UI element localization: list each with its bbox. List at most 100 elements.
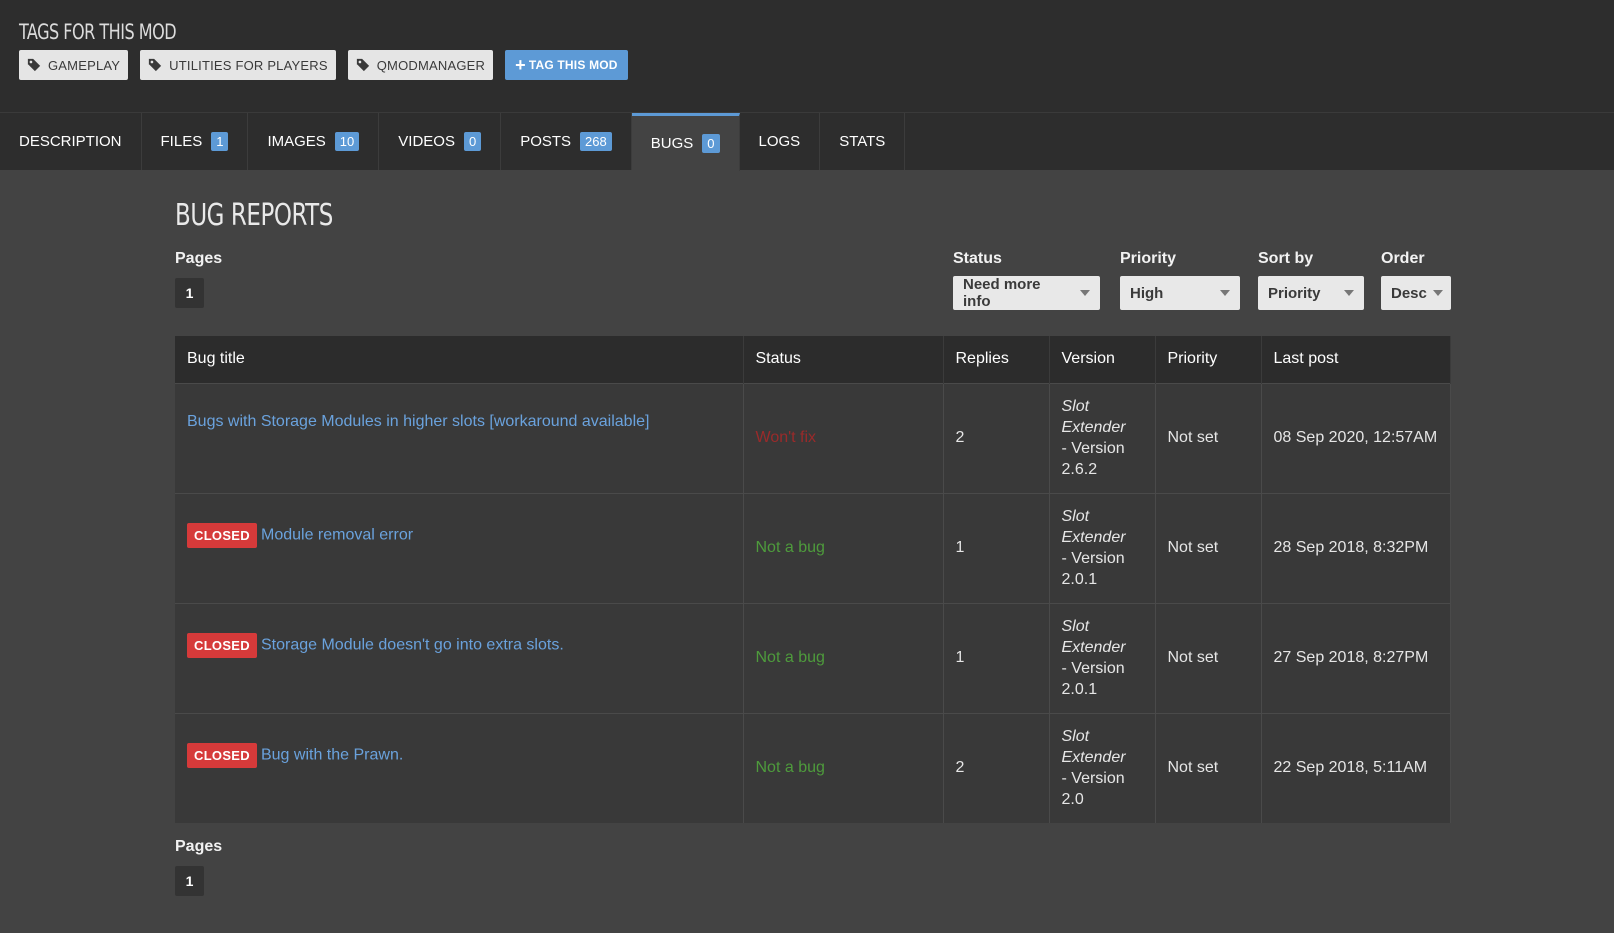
tab-count-badge: 10 [334,132,360,151]
tab-bugs[interactable]: BUGS 0 [631,113,740,171]
version-name: Slot Extender [1061,508,1126,546]
tags-section: TAGS FOR THIS MOD GAMEPLAY UTILITIES FOR… [0,0,1614,112]
version-name: Slot Extender [1061,728,1126,767]
tab-stats[interactable]: STATS [820,113,906,170]
tab-count-badge: 268 [580,132,612,151]
pages-label: Pages [175,250,223,267]
sort-by-filter: Sort by Priority [1258,250,1364,310]
sort-by-label: Sort by [1258,250,1314,267]
closed-badge: CLOSED [187,632,257,658]
priority-select-value: High [1130,284,1164,302]
bug-version: Slot Extender - Version 2.6.2 [1049,383,1156,493]
tab-label: STATS [839,133,886,150]
column-header-replies[interactable]: Replies [943,336,1050,383]
page-number-button[interactable]: 1 [175,866,204,896]
page-number-button[interactable]: 1 [175,278,204,308]
priority-select[interactable]: High [1120,276,1240,310]
tag-gameplay[interactable]: GAMEPLAY [19,50,129,80]
version-number: - Version 2.0 [1061,770,1125,809]
column-header-bug-title[interactable]: Bug title [175,336,744,383]
bug-replies: 1 [943,493,1050,603]
priority-filter-label: Priority [1120,250,1177,267]
order-select-value: Desc [1391,284,1427,302]
bug-status: Not a bug [743,603,944,713]
version-number: - Version 2.0.1 [1061,550,1125,588]
chevron-down-icon [1080,290,1090,296]
bug-title-link[interactable]: Module removal error [261,526,413,543]
bug-title-cell: CLOSED Bug with the Prawn. [175,713,744,823]
tab-label: BUGS [650,135,694,152]
version-number: - Version 2.6.2 [1061,440,1125,478]
tag-list: GAMEPLAY UTILITIES FOR PLAYERS QMODMANAG… [19,50,628,80]
bug-status: Not a bug [743,713,944,823]
tag-utilities-for-players[interactable]: UTILITIES FOR PLAYERS [140,50,336,80]
tab-label: DESCRIPTION [19,133,122,150]
order-select[interactable]: Desc [1381,276,1451,310]
status-select-value: Need more info [963,276,1041,310]
priority-filter: Priority High [1120,250,1240,310]
chevron-down-icon [1344,290,1354,296]
bug-title-link[interactable]: Bug with the Prawn. [261,746,403,763]
bug-status: Won't fix [743,383,944,493]
tab-videos[interactable]: VIDEOS 0 [379,113,502,170]
bug-priority: Not set [1155,603,1262,713]
status-select[interactable]: Need more info [953,276,1100,310]
bug-priority: Not set [1155,713,1262,823]
bug-title-cell: Bugs with Storage Modules in higher slot… [175,383,744,493]
bug-replies: 1 [943,603,1050,713]
bug-title-link[interactable]: Storage Module doesn't go into extra slo… [261,636,564,653]
tag-icon [149,58,162,72]
bug-last-post: 27 Sep 2018, 8:27PM [1261,603,1451,713]
table-header-row: Bug title Status Replies Version Priorit… [175,336,1451,383]
bug-version: Slot Extender - Version 2.0.1 [1049,493,1156,603]
chevron-down-icon [1432,290,1443,296]
tab-logs[interactable]: LOGS [740,113,821,170]
plus-icon: + [515,55,526,75]
column-header-version[interactable]: Version [1049,336,1156,383]
bug-title-cell: CLOSED Module removal error [175,493,744,603]
order-label: Order [1381,250,1425,267]
sort-by-select[interactable]: Priority [1258,276,1364,310]
tag-icon [27,58,41,72]
column-header-priority[interactable]: Priority [1155,336,1262,383]
tag-label: QMODMANAGER [376,57,486,73]
tab-files[interactable]: FILES 1 [142,113,249,170]
tag-this-mod-button[interactable]: + TAG THIS MOD [505,50,628,80]
version-number: - Version 2.0.1 [1061,660,1125,698]
bug-version: Slot Extender - Version 2.0 [1049,713,1156,823]
bug-priority: Not set [1155,383,1262,493]
tag-qmodmanager[interactable]: QMODMANAGER [347,50,494,80]
tab-label: VIDEOS [398,133,455,150]
bug-table: Bug title Status Replies Version Priorit… [175,336,1451,823]
closed-badge: CLOSED [187,742,257,768]
status-filter-label: Status [953,250,1002,267]
tab-count-badge: 0 [702,134,720,153]
tag-label: GAMEPLAY [48,57,121,73]
tab-images[interactable]: IMAGES 10 [248,113,380,170]
bug-title-cell: CLOSED Storage Module doesn't go into ext… [175,603,744,713]
status-filter: Status Need more info [953,250,1100,310]
pagination-top: Pages 1 [175,250,222,308]
tag-this-mod-label: TAG THIS MOD [528,58,618,72]
bug-replies: 2 [943,383,1050,493]
pagination-bottom: Pages 1 [175,838,222,896]
tag-icon [356,58,369,72]
bug-version: Slot Extender - Version 2.0.1 [1049,603,1156,713]
table-row: CLOSED Module removal error Not a bug 1 S… [175,493,1451,603]
page-title: BUG REPORTS [175,198,333,233]
bug-last-post: 08 Sep 2020, 12:57AM [1261,383,1451,493]
column-header-last-post[interactable]: Last post [1261,336,1451,383]
tab-description[interactable]: DESCRIPTION [0,113,142,170]
bug-title-link[interactable]: Bugs with Storage Modules in higher slot… [187,413,649,430]
tag-label: UTILITIES FOR PLAYERS [169,57,328,73]
tags-title: TAGS FOR THIS MOD [19,20,177,44]
bug-last-post: 28 Sep 2018, 8:32PM [1261,493,1451,603]
table-row: CLOSED Storage Module doesn't go into ext… [175,603,1451,713]
bug-priority: Not set [1155,493,1262,603]
table-row: Bugs with Storage Modules in higher slot… [175,383,1451,493]
bug-reports-section: BUG REPORTS Pages 1 Status Need more inf… [175,198,1451,823]
tab-label: FILES [160,133,203,150]
order-filter: Order Desc [1381,250,1451,310]
tab-posts[interactable]: POSTS 268 [501,113,632,170]
column-header-status[interactable]: Status [743,336,944,383]
